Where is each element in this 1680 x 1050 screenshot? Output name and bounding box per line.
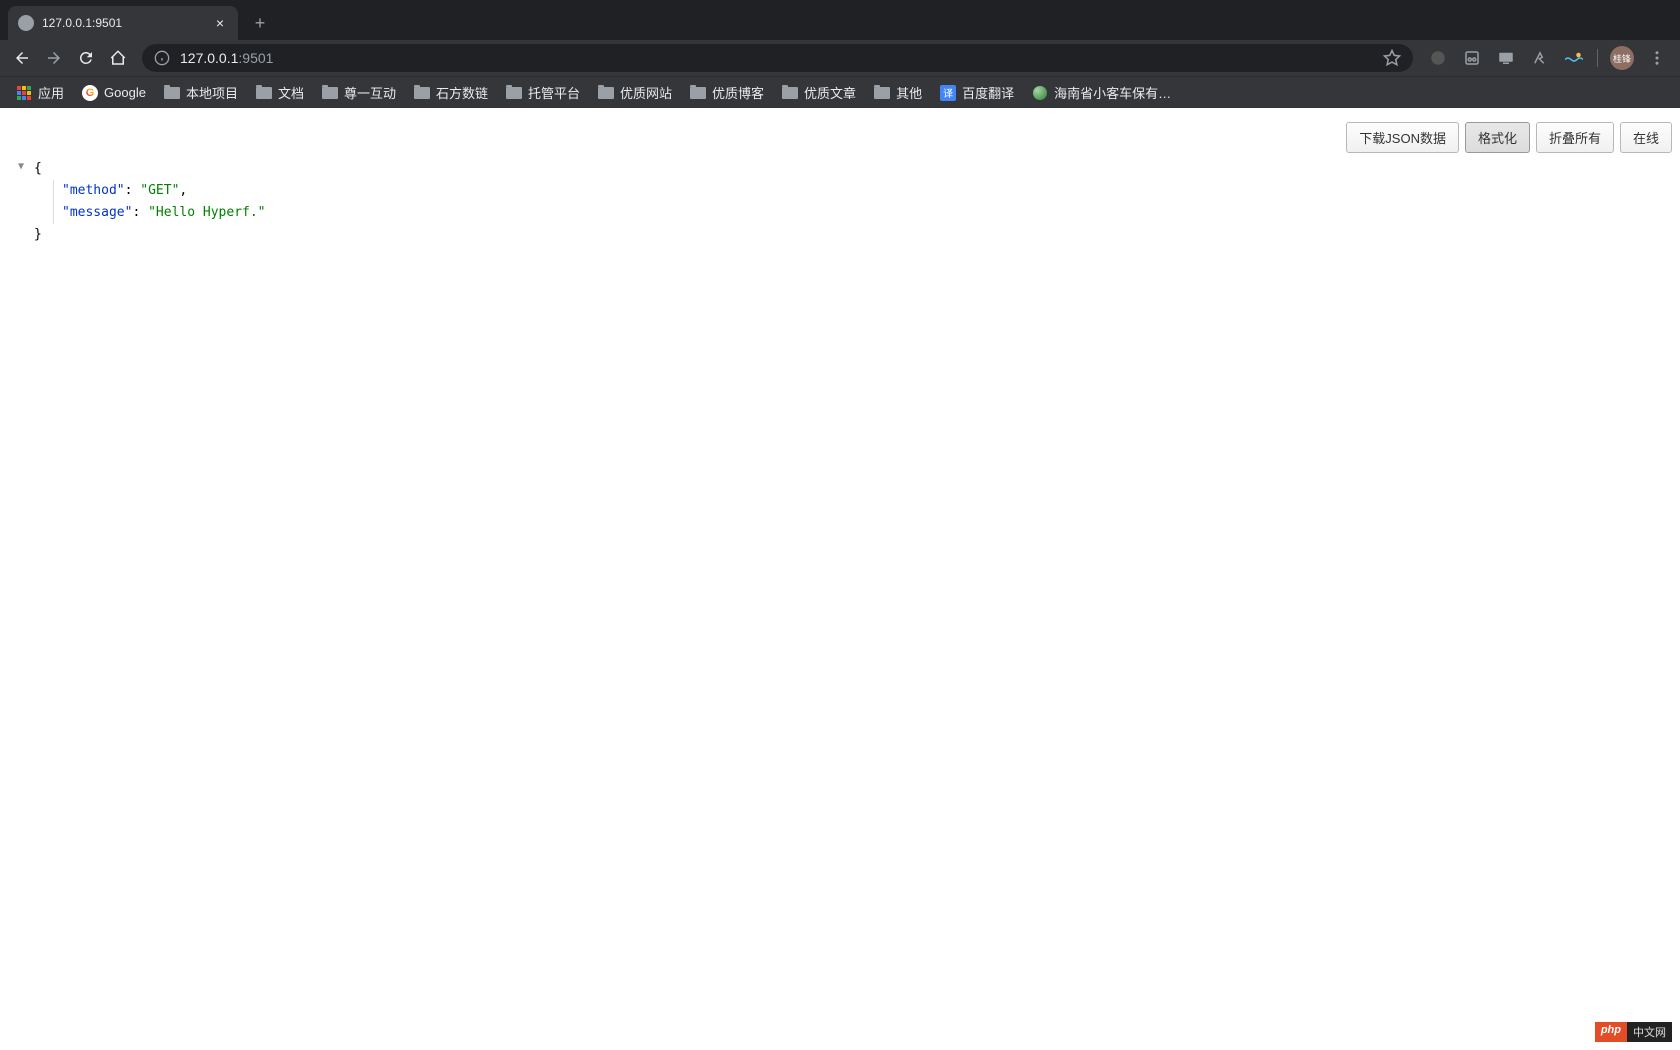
bookmark-label: 优质博客	[712, 83, 764, 102]
folder-icon	[256, 85, 272, 101]
extension-icon-4[interactable]	[1528, 46, 1552, 70]
extension-icon-1[interactable]	[1426, 46, 1450, 70]
apps-icon	[16, 85, 32, 101]
tab-favicon	[18, 15, 34, 31]
json-key: "message"	[62, 205, 132, 220]
url-host: 127.0.0.1	[180, 50, 238, 66]
bookmarks-bar: 应用 Google 本地项目 文档 尊一互动 石方数链 托管平台 优质网站 优质…	[0, 76, 1680, 108]
bookmark-folder[interactable]: 优质博客	[682, 79, 772, 106]
toolbar-separator	[1597, 49, 1598, 67]
google-icon	[82, 85, 98, 101]
page-content: 下载JSON数据 格式化 折叠所有 在线 ▼ { "method": "GET"…	[0, 108, 1680, 1050]
folder-icon	[322, 85, 338, 101]
bookmark-label: 托管平台	[528, 83, 580, 102]
json-property: "message": "Hello Hyperf."	[18, 202, 1680, 224]
bookmark-label: 应用	[38, 83, 64, 102]
bookmark-label: 百度翻译	[962, 83, 1014, 102]
bookmark-folder[interactable]: 本地项目	[156, 79, 246, 106]
json-value: "GET"	[140, 183, 179, 198]
reload-button[interactable]	[72, 44, 100, 72]
browser-toolbar: 127.0.0.1:9501 桂锋	[0, 40, 1680, 76]
bookmark-folder[interactable]: 优质文章	[774, 79, 864, 106]
bookmark-label: 优质网站	[620, 83, 672, 102]
tab-title: 127.0.0.1:9501	[42, 16, 212, 30]
bookmark-folder[interactable]: 优质网站	[590, 79, 680, 106]
bookmark-label: 石方数链	[436, 83, 488, 102]
profile-avatar[interactable]: 桂锋	[1610, 46, 1634, 70]
bookmark-label: Google	[104, 85, 146, 100]
extension-icon-5[interactable]	[1562, 46, 1586, 70]
folder-icon	[414, 85, 430, 101]
folder-icon	[506, 85, 522, 101]
bookmark-apps[interactable]: 应用	[8, 79, 72, 106]
bookmark-folder[interactable]: 尊一互动	[314, 79, 404, 106]
watermark-badge: php 中文网	[1595, 1022, 1672, 1042]
json-value: "Hello Hyperf."	[148, 205, 265, 220]
home-button[interactable]	[104, 44, 132, 72]
globe-icon	[1032, 85, 1048, 101]
badge-right: 中文网	[1627, 1022, 1672, 1042]
bookmark-folder[interactable]: 托管平台	[498, 79, 588, 106]
bookmark-label: 其他	[896, 83, 922, 102]
bookmark-star-icon[interactable]	[1383, 49, 1401, 67]
json-open-brace: {	[18, 158, 1680, 180]
menu-icon[interactable]	[1645, 46, 1669, 70]
bookmark-label: 本地项目	[186, 83, 238, 102]
extension-icon-2[interactable]	[1460, 46, 1484, 70]
bookmark-google[interactable]: Google	[74, 81, 154, 105]
new-tab-button[interactable]: +	[246, 9, 274, 37]
folder-icon	[598, 85, 614, 101]
back-button[interactable]	[8, 44, 36, 72]
close-icon[interactable]: ×	[212, 15, 228, 31]
bookmark-folder[interactable]: 其他	[866, 79, 930, 106]
extension-icon-3[interactable]	[1494, 46, 1518, 70]
forward-button[interactable]	[40, 44, 68, 72]
bookmark-label: 优质文章	[804, 83, 856, 102]
bookmark-translate[interactable]: 译 百度翻译	[932, 79, 1022, 106]
translate-icon: 译	[940, 85, 956, 101]
url-port: :9501	[238, 50, 273, 66]
folder-icon	[690, 85, 706, 101]
address-bar[interactable]: 127.0.0.1:9501	[142, 44, 1413, 72]
json-close-brace: }	[18, 224, 1680, 246]
json-key: "method"	[62, 183, 125, 198]
bookmark-label: 文档	[278, 83, 304, 102]
bookmark-folder[interactable]: 石方数链	[406, 79, 496, 106]
folder-icon	[782, 85, 798, 101]
browser-tab[interactable]: 127.0.0.1:9501 ×	[8, 6, 238, 40]
site-info-icon[interactable]	[154, 50, 170, 66]
folder-icon	[874, 85, 890, 101]
json-tree: ▼ { "method": "GET", "message": "Hello H…	[0, 108, 1680, 246]
bookmark-label: 尊一互动	[344, 83, 396, 102]
bookmark-folder[interactable]: 文档	[248, 79, 312, 106]
collapse-toggle-icon[interactable]: ▼	[18, 158, 24, 175]
badge-left: php	[1595, 1022, 1627, 1042]
bookmark-hainan[interactable]: 海南省小客车保有…	[1024, 79, 1179, 106]
json-property: "method": "GET",	[18, 180, 1680, 202]
tab-bar: 127.0.0.1:9501 × +	[0, 0, 1680, 40]
bookmark-label: 海南省小客车保有…	[1054, 83, 1171, 102]
folder-icon	[164, 85, 180, 101]
